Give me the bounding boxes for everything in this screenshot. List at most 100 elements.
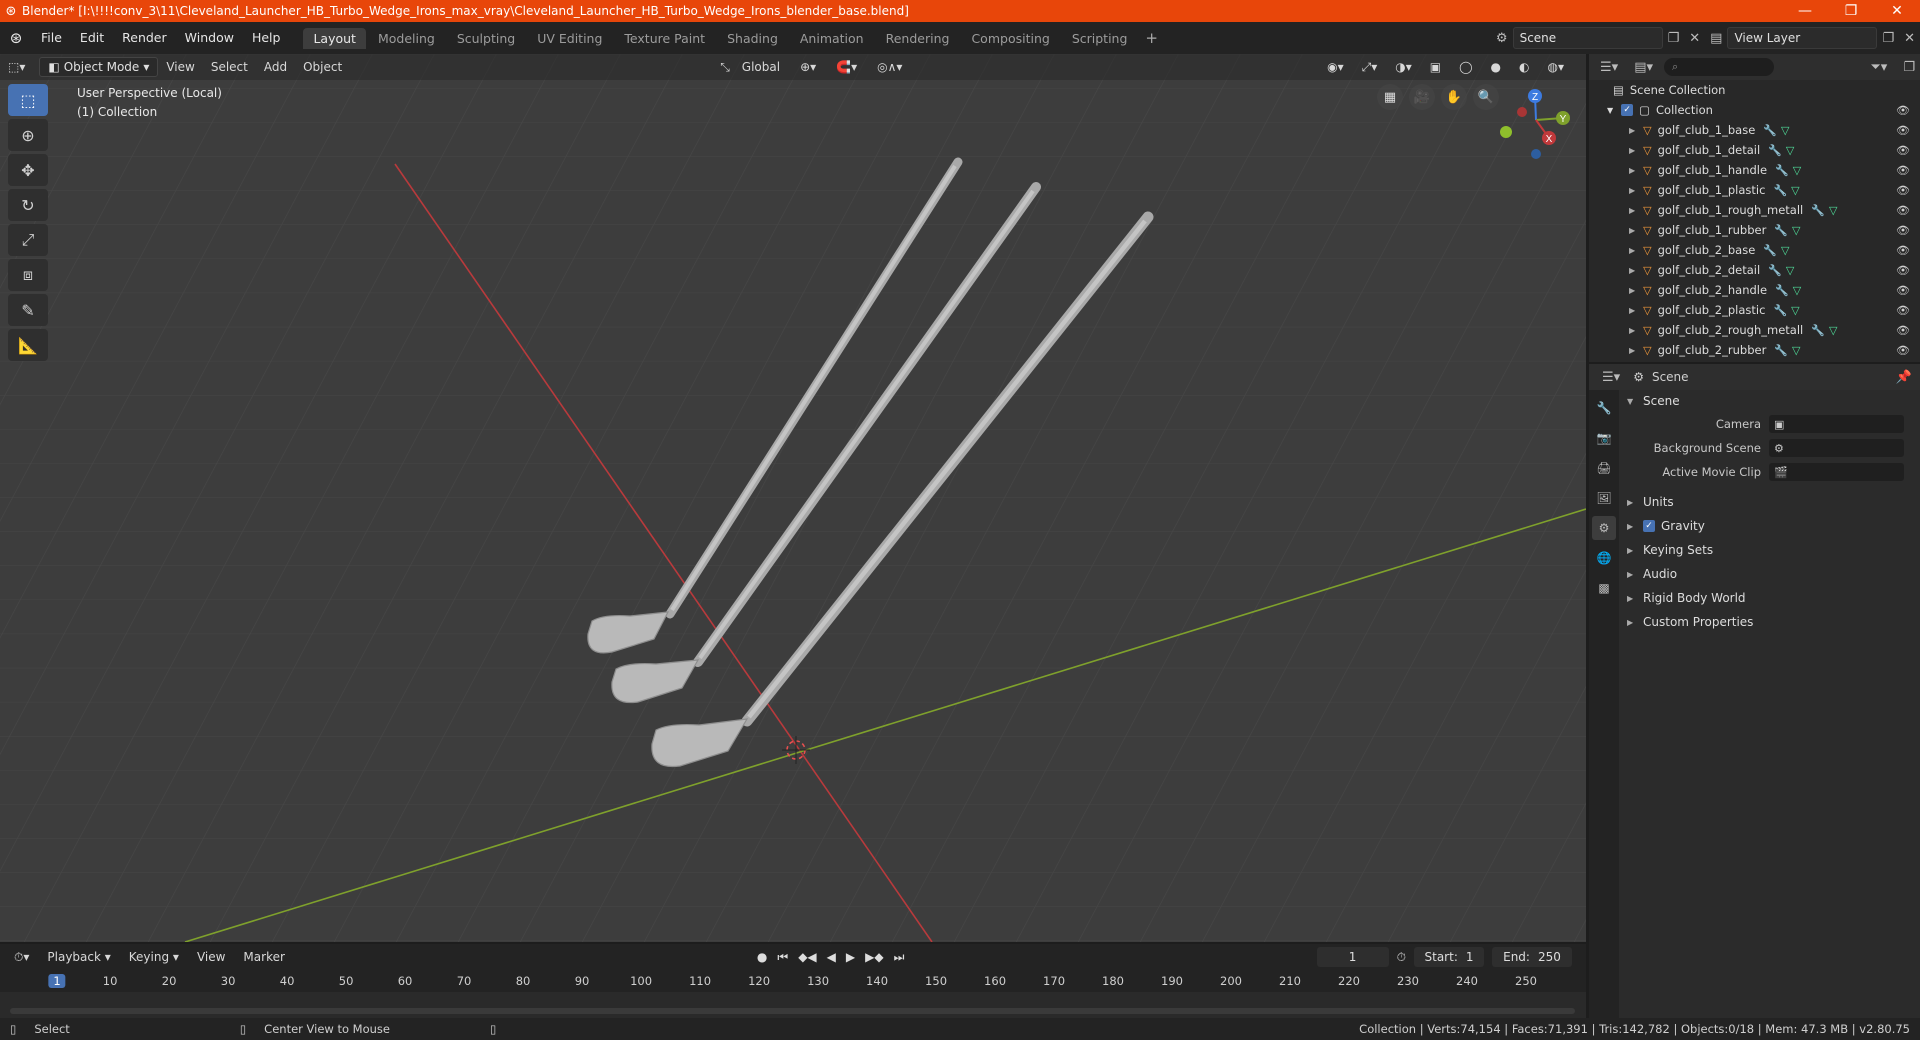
rotate-tool-icon[interactable]: ↻ — [8, 189, 48, 221]
modifier-wrench-icon[interactable]: 🔧 — [1773, 304, 1787, 317]
outliner-object-row[interactable]: ▶ ▽ golf_club_2_detail 🔧 ▽ 👁 — [1589, 260, 1920, 280]
scene-type-icon[interactable]: ⚙ — [1491, 31, 1513, 46]
move-tool-icon[interactable]: ✥ — [8, 154, 48, 186]
mesh-data-icon[interactable]: ▽ — [1791, 304, 1799, 317]
tab-modeling[interactable]: Modeling — [368, 28, 445, 49]
modifier-wrench-icon[interactable]: 🔧 — [1774, 344, 1788, 357]
pin-icon[interactable]: 📌 — [1891, 370, 1920, 385]
menu-help[interactable]: Help — [243, 22, 290, 54]
outliner-object-row[interactable]: ▶ ▽ golf_club_1_base 🔧 ▽ 👁 — [1589, 120, 1920, 140]
play-icon[interactable]: ▶ — [846, 950, 855, 965]
texture-tab-icon[interactable]: ▩ — [1592, 576, 1616, 600]
view-layer-tab-icon[interactable]: 🖼 — [1592, 486, 1616, 510]
visibility-eye-icon[interactable]: 👁 — [1896, 284, 1910, 297]
mesh-data-icon[interactable]: ▽ — [1829, 324, 1837, 337]
menu-window[interactable]: Window — [176, 22, 243, 54]
timeline-ruler[interactable]: 1 10 20 30 40 50 60 70 80 90 100 110 120 130 140 150 160… — [0, 972, 1586, 1018]
jump-end-icon[interactable]: ⏭ — [894, 950, 905, 965]
visibility-eye-icon[interactable]: 👁 — [1896, 244, 1910, 257]
menu-file[interactable]: File — [32, 22, 71, 54]
tab-scripting[interactable]: Scripting — [1062, 28, 1138, 49]
new-collection-icon[interactable]: ❐ — [1898, 60, 1920, 75]
expand-right-icon[interactable]: ▶ — [1629, 146, 1635, 155]
tab-sculpting[interactable]: Sculpting — [447, 28, 525, 49]
expand-right-icon[interactable]: ▶ — [1629, 346, 1635, 355]
maximize-button[interactable]: ❐ — [1828, 3, 1874, 19]
annotate-tool-icon[interactable]: ✎ — [8, 294, 48, 326]
start-frame-field[interactable]: Start: 1 — [1414, 947, 1484, 967]
custom-properties-panel[interactable]: ▶ Custom Properties — [1619, 610, 1920, 634]
camera-view-icon[interactable]: 🎥 — [1409, 84, 1435, 110]
units-panel[interactable]: ▶ Units — [1619, 490, 1920, 514]
visibility-eye-icon[interactable]: 👁 — [1896, 144, 1910, 157]
record-icon[interactable]: ● — [757, 950, 767, 965]
current-frame-field[interactable]: 1 — [1316, 947, 1389, 967]
tab-animation[interactable]: Animation — [790, 28, 874, 49]
modifier-wrench-icon[interactable]: 🔧 — [1774, 224, 1788, 237]
expand-right-icon[interactable]: ▶ — [1629, 186, 1635, 195]
remove-view-layer-icon[interactable]: ✕ — [1899, 31, 1920, 46]
gizmo-toggle-icon[interactable]: ⤢▾ — [1354, 58, 1386, 77]
visibility-eye-icon[interactable]: 👁 — [1896, 184, 1910, 197]
snap-icon[interactable]: 🧲▾ — [828, 58, 865, 76]
orientation-dropdown[interactable]: Global — [734, 58, 788, 76]
mesh-data-icon[interactable]: ▽ — [1793, 164, 1801, 177]
prev-keyframe-icon[interactable]: ◆◀ — [798, 950, 816, 965]
remove-scene-icon[interactable]: ✕ — [1684, 31, 1705, 46]
rendered-shading-icon[interactable]: ◍▾ — [1540, 58, 1573, 76]
camera-field[interactable]: ▣ — [1769, 415, 1904, 433]
expand-right-icon[interactable]: ▶ — [1629, 306, 1635, 315]
background-scene-field[interactable]: ⚙ — [1769, 439, 1904, 457]
expand-right-icon[interactable]: ▶ — [1629, 246, 1635, 255]
scene-tab-icon[interactable]: ⚙ — [1592, 516, 1616, 540]
timeline-editor-type-icon[interactable]: ⏱▾ — [8, 950, 35, 965]
modifier-wrench-icon[interactable]: 🔧 — [1811, 324, 1825, 337]
overlays-icon[interactable]: ◑▾ — [1387, 58, 1420, 76]
modifier-wrench-icon[interactable]: 🔧 — [1775, 164, 1789, 177]
tool-tab-icon[interactable]: 🔧 — [1592, 396, 1616, 420]
visibility-eye-icon[interactable]: 👁 — [1896, 224, 1910, 237]
timeline-scrollbar[interactable] — [10, 1008, 1575, 1014]
viewport-menu-add[interactable]: Add — [256, 58, 295, 76]
viewport-menu-view[interactable]: View — [158, 58, 202, 76]
material-shading-icon[interactable]: ◐ — [1511, 58, 1537, 76]
timeline-track[interactable] — [0, 992, 1586, 1018]
outliner-object-row[interactable]: ▶ ▽ golf_club_1_plastic 🔧 ▽ 👁 — [1589, 180, 1920, 200]
zoom-icon[interactable]: 🔍 — [1473, 84, 1499, 110]
timeline-menu-keying[interactable]: Keying ▾ — [123, 950, 185, 964]
tab-rendering[interactable]: Rendering — [876, 28, 960, 49]
visibility-eye-icon[interactable]: 👁 — [1896, 164, 1910, 177]
play-reverse-icon[interactable]: ◀ — [827, 950, 836, 965]
blender-logo-icon[interactable]: ⊛ — [0, 29, 32, 47]
xray-icon[interactable]: ▣ — [1422, 58, 1449, 76]
expand-right-icon[interactable]: ▶ — [1629, 226, 1635, 235]
outliner-object-row[interactable]: ▶ ▽ golf_club_2_rubber 🔧 ▽ 👁 — [1589, 340, 1920, 360]
view-layer-icon[interactable]: ▤ — [1705, 31, 1727, 46]
viewport-menu-select[interactable]: Select — [203, 58, 256, 76]
preview-range-icon[interactable]: ⏱ — [1397, 950, 1406, 965]
editor-type-icon[interactable]: ⬚▾ — [0, 58, 33, 76]
gravity-panel[interactable]: ▶ ✓ Gravity — [1619, 514, 1920, 538]
viewport-menu-object[interactable]: Object — [295, 58, 350, 76]
world-tab-icon[interactable]: 🌐 — [1592, 546, 1616, 570]
expand-right-icon[interactable]: ▶ — [1629, 126, 1635, 135]
cursor-tool-icon[interactable]: ⊕ — [8, 119, 48, 151]
mesh-data-icon[interactable]: ▽ — [1792, 224, 1800, 237]
modifier-wrench-icon[interactable]: 🔧 — [1768, 144, 1782, 157]
outliner-object-row[interactable]: ▶ ▽ golf_club_2_rough_metall 🔧 ▽ 👁 — [1589, 320, 1920, 340]
wireframe-shading-icon[interactable]: ◯ — [1451, 58, 1480, 76]
3d-viewport[interactable]: Z Y X ⬚▾ ◧ Object Mode ▾ View Select Add… — [0, 54, 1586, 942]
minimize-button[interactable]: — — [1782, 3, 1828, 19]
grid-view-icon[interactable]: ▦ — [1377, 84, 1403, 110]
visibility-eye-icon[interactable]: 👁 — [1896, 204, 1910, 217]
filter-icon[interactable]: ⏷▾ — [1865, 60, 1892, 75]
render-tab-icon[interactable]: 📷 — [1592, 426, 1616, 450]
pan-hand-icon[interactable]: ✋ — [1441, 84, 1467, 110]
mesh-data-icon[interactable]: ▽ — [1781, 124, 1789, 137]
modifier-wrench-icon[interactable]: 🔧 — [1775, 284, 1789, 297]
visibility-eye-icon[interactable]: 👁 — [1896, 324, 1910, 337]
expand-right-icon[interactable]: ▶ — [1629, 326, 1635, 335]
outliner-search-input[interactable]: ⌕ — [1664, 58, 1774, 76]
expand-right-icon[interactable]: ▶ — [1629, 266, 1635, 275]
proportional-edit-icon[interactable]: ◎∧▾ — [869, 58, 910, 76]
